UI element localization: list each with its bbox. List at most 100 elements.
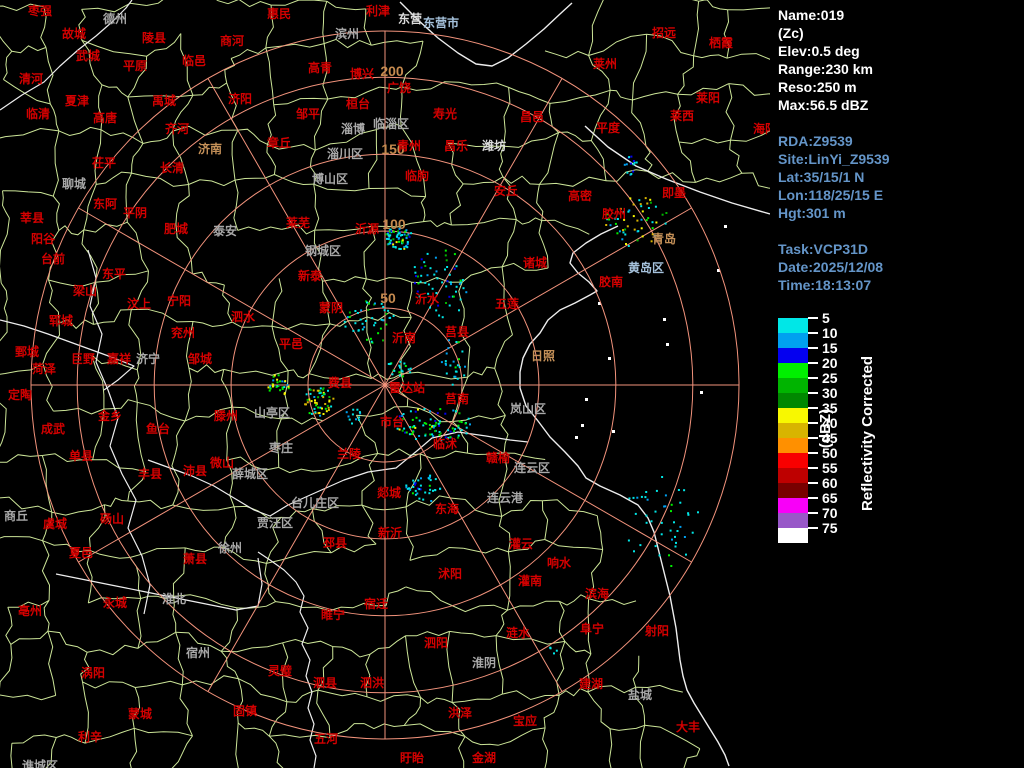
map-label: 灌南 bbox=[517, 573, 542, 588]
county-boundary bbox=[313, 184, 320, 231]
radar-echo bbox=[415, 416, 418, 419]
radar-echo bbox=[439, 408, 442, 411]
county-boundary bbox=[47, 630, 57, 696]
radar-echo bbox=[417, 479, 420, 482]
county-boundary bbox=[282, 638, 333, 648]
map-label: 大丰 bbox=[676, 719, 700, 734]
legend-swatch bbox=[778, 453, 808, 468]
county-boundary bbox=[405, 635, 422, 698]
radar-echo bbox=[409, 410, 412, 413]
radar-echo bbox=[683, 536, 686, 538]
county-boundary bbox=[238, 678, 288, 703]
panel-line: Lat:35/15/1 N bbox=[778, 169, 865, 185]
radar-echo bbox=[605, 224, 608, 226]
county-boundary bbox=[134, 727, 193, 737]
legend-value: 10 bbox=[822, 325, 838, 341]
province-border bbox=[55, 557, 263, 611]
panel-line: Task:VCP31D bbox=[778, 241, 869, 257]
radar-echo bbox=[446, 266, 449, 268]
map-label: 莒南 bbox=[445, 391, 469, 406]
radar-echo bbox=[434, 430, 437, 433]
radar-echo bbox=[417, 408, 419, 411]
radar-echo bbox=[420, 477, 422, 480]
radar-echo bbox=[308, 412, 311, 415]
radar-echo bbox=[348, 316, 351, 318]
county-boundary bbox=[367, 129, 378, 189]
radar-echo bbox=[636, 496, 639, 499]
radar-echo bbox=[356, 408, 359, 411]
map-label: 高唐 bbox=[93, 110, 117, 125]
radar-echo bbox=[455, 265, 458, 268]
county-boundary bbox=[549, 89, 611, 104]
radar-echo bbox=[387, 363, 390, 365]
county-boundary bbox=[135, 680, 183, 688]
county-boundary bbox=[316, 690, 331, 738]
radar-echo bbox=[419, 484, 422, 487]
radar-echo bbox=[461, 279, 464, 281]
radar-echo bbox=[411, 418, 414, 421]
radar-echo bbox=[445, 352, 448, 355]
island-dot bbox=[663, 318, 666, 321]
panel-line: Date:2025/12/08 bbox=[778, 259, 884, 275]
radar-echo bbox=[368, 302, 370, 305]
radar-echo bbox=[638, 199, 641, 202]
coastline bbox=[519, 225, 730, 767]
map-label: 洪泽 bbox=[448, 705, 472, 720]
radar-echo bbox=[673, 521, 675, 524]
map-label: 雷达站 bbox=[389, 380, 425, 395]
county-boundary bbox=[605, 169, 648, 182]
radar-echo bbox=[456, 377, 459, 380]
radar-echo bbox=[405, 484, 408, 487]
radar-echo bbox=[309, 392, 312, 395]
map-label: 灌云 bbox=[508, 536, 533, 551]
county-boundary bbox=[366, 277, 412, 283]
county-boundary bbox=[322, 276, 367, 283]
radar-echo bbox=[655, 489, 658, 492]
radar-echo bbox=[674, 545, 677, 548]
radar-echo bbox=[660, 533, 663, 536]
county-boundary bbox=[725, 83, 735, 141]
radar-echo bbox=[412, 430, 415, 433]
radar-echo bbox=[644, 496, 647, 499]
radar-echo bbox=[405, 237, 408, 239]
map-label: 诸城 bbox=[523, 255, 547, 270]
radar-echo bbox=[654, 510, 657, 513]
county-boundary bbox=[449, 183, 464, 226]
radar-echo bbox=[452, 295, 455, 298]
county-boundary bbox=[369, 635, 406, 655]
map-label: 响水 bbox=[547, 555, 572, 570]
radar-echo bbox=[616, 232, 619, 235]
radar-echo bbox=[387, 238, 390, 241]
radar-map-display[interactable]: 50100150200枣强德州利津东营 东营市惠民招远栖霞故城 陵县 商河 滨州武城 临邑… bbox=[0, 0, 770, 768]
radar-echo bbox=[459, 298, 462, 301]
radial-spoke bbox=[207, 384, 386, 692]
radar-echo bbox=[451, 427, 454, 430]
radar-echo bbox=[382, 305, 385, 308]
radar-echo bbox=[429, 488, 432, 491]
radar-echo bbox=[325, 410, 328, 413]
county-boundary bbox=[515, 217, 542, 225]
county-boundary bbox=[501, 219, 517, 268]
radar-echo bbox=[310, 400, 313, 403]
radar-echo bbox=[639, 544, 642, 547]
radar-echo bbox=[687, 512, 690, 515]
county-boundary bbox=[404, 723, 466, 737]
radar-echo bbox=[461, 350, 464, 353]
radar-echo bbox=[418, 488, 421, 491]
radar-echo bbox=[454, 375, 457, 378]
radar-echo bbox=[457, 434, 460, 437]
map-label: 岚山区 bbox=[510, 401, 546, 416]
radar-echo bbox=[354, 322, 357, 325]
legend-swatch bbox=[778, 363, 808, 378]
map-label: 淮阴 bbox=[472, 655, 496, 670]
radar-echo bbox=[451, 383, 454, 386]
map-label: 砀山 bbox=[100, 511, 124, 526]
map-label: 利辛 bbox=[78, 729, 102, 744]
radar-echo bbox=[387, 234, 390, 237]
radar-echo bbox=[665, 212, 668, 214]
radar-echo bbox=[446, 280, 449, 283]
map-label: 章丘 bbox=[267, 135, 291, 150]
radar-echo bbox=[385, 233, 388, 236]
radar-echo bbox=[434, 256, 437, 259]
map-label: 沂南 bbox=[392, 330, 416, 345]
